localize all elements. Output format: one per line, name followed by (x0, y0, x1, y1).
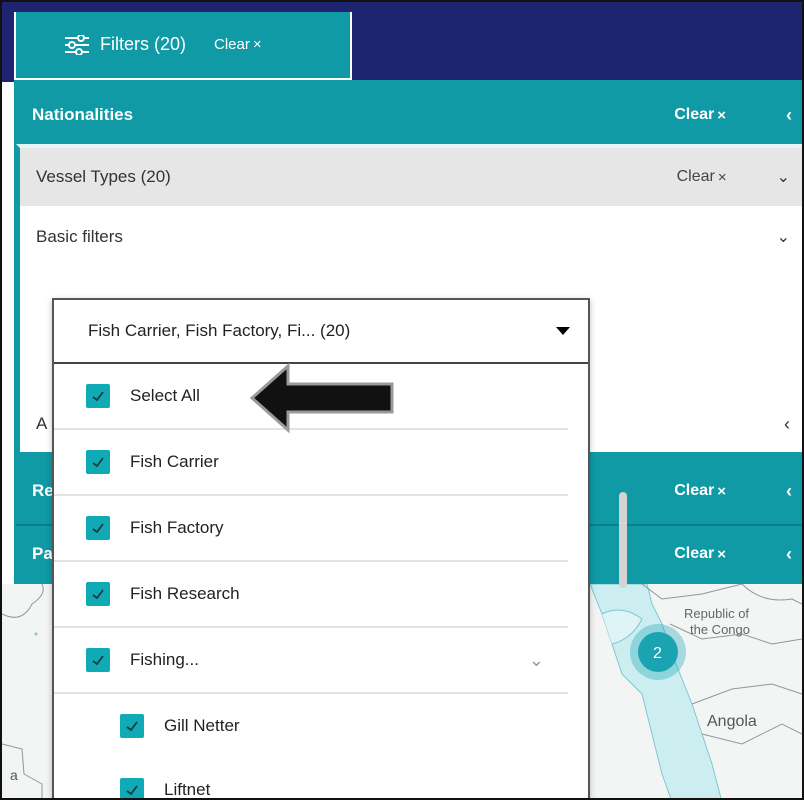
close-icon: × (252, 36, 262, 53)
option-fish-research[interactable]: Fish Research (54, 562, 568, 628)
option-label: Fish Carrier (130, 452, 219, 471)
checkbox-checked-icon[interactable] (86, 450, 110, 474)
checkbox-checked-icon[interactable] (86, 648, 110, 672)
option-label: Fish Research (130, 584, 240, 603)
pa-clear-button[interactable]: Clear × (674, 545, 726, 563)
sliders-icon (65, 34, 89, 55)
app-frame: Filters (20) Clear × Nationalities Clear… (0, 0, 804, 800)
pa-clear-label: Clear (674, 545, 715, 562)
vessel-types-clear-button[interactable]: Clear × (677, 168, 727, 186)
checkbox-checked-icon[interactable] (86, 516, 110, 540)
close-icon: × (717, 482, 726, 500)
filters-title: Filters (20) (100, 34, 187, 54)
map-label-the-congo: the Congo (690, 622, 750, 637)
close-icon: × (717, 106, 726, 124)
clear-all-button[interactable]: Clear × (214, 36, 262, 53)
chevron-left-icon[interactable]: ‹ (786, 105, 792, 126)
chevron-left-icon[interactable]: ‹ (786, 544, 792, 565)
vessel-type-selected-value: Fish Carrier, Fish Factory, Fi... (20) (88, 321, 351, 340)
chevron-down-icon[interactable]: ⌄ (777, 227, 790, 247)
vessel-type-select[interactable]: Fish Carrier, Fish Factory, Fi... (20) (54, 300, 588, 364)
vessel-types-clear-label: Clear (676, 168, 715, 185)
map-cluster-count: 2 (653, 645, 662, 662)
close-icon: × (717, 545, 726, 563)
option-label: Gill Netter (164, 716, 240, 735)
option-fishing-group[interactable]: Fishing... ⌄ (54, 628, 568, 694)
clear-all-label: Clear (214, 36, 250, 53)
option-fish-carrier[interactable]: Fish Carrier (54, 430, 568, 496)
map-label-republic-of: Republic of (684, 606, 749, 621)
re-clear-label: Clear (674, 482, 715, 499)
nationalities-section-header[interactable]: Nationalities Clear × ‹ (16, 86, 802, 144)
checkbox-checked-icon[interactable] (86, 582, 110, 606)
map-edge-label: a (10, 767, 18, 783)
chevron-down-icon[interactable]: ⌄ (777, 167, 790, 187)
basic-filters-label: Basic filters (36, 227, 123, 246)
vessel-types-header[interactable]: Vessel Types (20) Clear × ⌄ (20, 148, 802, 206)
nationalities-title: Nationalities (32, 105, 134, 124)
chevron-left-icon[interactable]: ‹ (786, 481, 792, 502)
vessel-types-label: Vessel Types (20) (36, 167, 171, 186)
chevron-down-icon[interactable]: ⌄ (529, 650, 544, 671)
re-clear-button[interactable]: Clear × (674, 482, 726, 500)
option-liftnet[interactable]: Liftnet (54, 758, 568, 799)
checkbox-checked-icon[interactable] (120, 778, 144, 798)
option-label: Fish Factory (130, 518, 224, 537)
nationalities-clear-button[interactable]: Clear × (674, 106, 726, 124)
map-label-angola: Angola (707, 713, 757, 730)
option-fish-factory[interactable]: Fish Factory (54, 496, 568, 562)
option-gill-netter[interactable]: Gill Netter (54, 694, 568, 758)
top-bar: Filters (20) Clear × (2, 2, 802, 82)
basic-filters-header[interactable]: Basic filters ⌄ (20, 206, 802, 268)
checkbox-checked-icon[interactable] (120, 714, 144, 738)
option-label: Fishing... (130, 650, 199, 669)
close-icon: × (717, 168, 727, 186)
nationalities-clear-label: Clear (674, 106, 715, 123)
checkbox-checked-icon[interactable] (86, 384, 110, 408)
dropdown-scrollbar[interactable] (619, 492, 627, 588)
chevron-left-icon[interactable]: ‹ (784, 414, 790, 435)
annotation-arrow-icon (250, 362, 394, 434)
filters-tab[interactable]: Filters (20) Clear × (14, 12, 352, 80)
caret-down-icon (556, 327, 570, 335)
option-label: Liftnet (164, 780, 211, 799)
